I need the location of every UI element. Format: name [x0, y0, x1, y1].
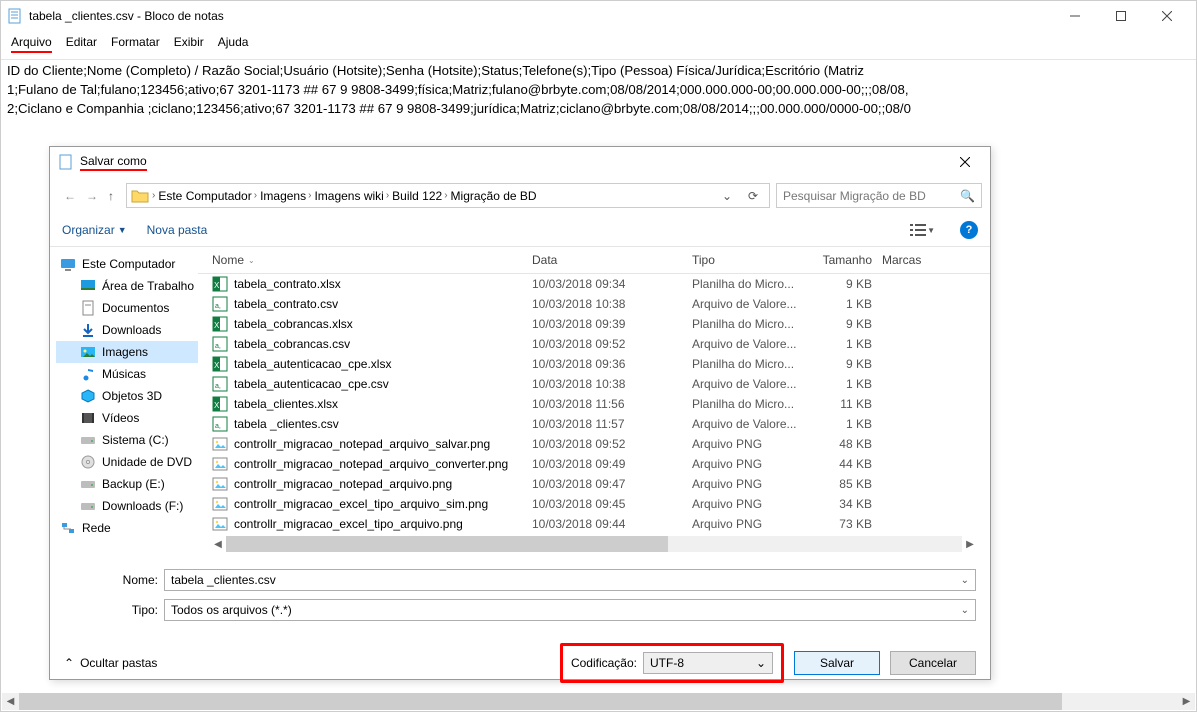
file-row[interactable]: controllr_migracao_notepad_arquivo.png10… — [198, 474, 990, 494]
menu-format[interactable]: Formatar — [111, 35, 160, 53]
save-button[interactable]: Salvar — [794, 651, 880, 675]
tree-item[interactable]: Sistema (C:) — [56, 429, 198, 451]
column-headers: Nome ⌄ Data Tipo Tamanho Marcas — [198, 247, 990, 274]
refresh-button[interactable]: ⟳ — [741, 189, 765, 203]
save-as-dialog: Salvar como ← → ↑ › Este Computador› Ima… — [49, 146, 991, 680]
menu-file[interactable]: Arquivo — [11, 35, 52, 53]
col-marks[interactable]: Marcas — [882, 253, 952, 267]
svg-text:a,: a, — [215, 343, 221, 350]
search-icon: 🔍 — [960, 189, 975, 203]
svg-text:X: X — [214, 361, 220, 370]
encoding-select[interactable]: UTF-8⌄ — [643, 652, 773, 674]
col-size[interactable]: Tamanho — [814, 253, 882, 267]
tree-item[interactable]: Área de Trabalho — [56, 275, 198, 297]
nav-forward-button[interactable]: → — [86, 189, 98, 203]
hide-folders-button[interactable]: ⌃Ocultar pastas — [64, 656, 157, 670]
tree-item[interactable]: Downloads — [56, 319, 198, 341]
tree-item[interactable]: Objetos 3D — [56, 385, 198, 407]
editor-area[interactable]: ID do Cliente;Nome (Completo) / Razão So… — [1, 60, 1196, 121]
tree-item[interactable]: Rede — [56, 517, 198, 539]
col-type[interactable]: Tipo — [692, 253, 814, 267]
folder-tree: Este ComputadorÁrea de TrabalhoDocumento… — [50, 247, 198, 559]
file-rows: Xtabela_contrato.xlsx10/03/2018 09:34Pla… — [198, 274, 990, 534]
filetype-label: Tipo: — [64, 603, 164, 617]
tree-item[interactable]: Imagens — [56, 341, 198, 363]
nav-back-button[interactable]: ← — [64, 189, 76, 203]
file-row[interactable]: controllr_migracao_notepad_arquivo_salva… — [198, 434, 990, 454]
cancel-button[interactable]: Cancelar — [890, 651, 976, 675]
new-folder-button[interactable]: Nova pasta — [147, 223, 208, 237]
chevron-up-icon: ⌃ — [64, 656, 74, 670]
tree-item[interactable]: Documentos — [56, 297, 198, 319]
address-bar[interactable]: › Este Computador› Imagens› Imagens wiki… — [126, 183, 770, 208]
tree-item[interactable]: Músicas — [56, 363, 198, 385]
nav-up-button[interactable]: ↑ — [108, 189, 114, 203]
chevron-down-icon[interactable]: ⌄ — [756, 656, 766, 670]
breadcrumb-3[interactable]: Build 122› — [392, 189, 447, 203]
chevron-down-icon: ▼ — [118, 225, 127, 235]
search-placeholder: Pesquisar Migração de BD — [783, 189, 926, 203]
svg-text:X: X — [214, 321, 220, 330]
col-name[interactable]: Nome ⌄ — [212, 253, 532, 267]
menu-help[interactable]: Ajuda — [218, 35, 249, 53]
view-mode-button[interactable]: ▼ — [905, 220, 940, 240]
filename-label: Nome: — [64, 573, 164, 587]
breadcrumb-0[interactable]: Este Computador› — [158, 189, 257, 203]
file-row[interactable]: controllr_migracao_notepad_arquivo_conve… — [198, 454, 990, 474]
filetype-select[interactable]: Todos os arquivos (*.*)⌄ — [164, 599, 976, 621]
dialog-icon — [58, 154, 74, 170]
file-row[interactable]: a,tabela_autenticacao_cpe.csv10/03/2018 … — [198, 374, 990, 394]
file-row[interactable]: Xtabela_cobrancas.xlsx10/03/2018 09:39Pl… — [198, 314, 990, 334]
breadcrumb-2[interactable]: Imagens wiki› — [314, 189, 389, 203]
breadcrumb-4[interactable]: Migração de BD — [451, 189, 537, 203]
titlebar: tabela _clientes.csv - Bloco de notas — [1, 1, 1196, 31]
tree-item[interactable]: Este Computador — [56, 253, 198, 275]
svg-text:X: X — [214, 281, 220, 290]
file-row[interactable]: Xtabela_autenticacao_cpe.xlsx10/03/2018 … — [198, 354, 990, 374]
notepad-icon — [7, 8, 23, 24]
breadcrumb-1[interactable]: Imagens› — [260, 189, 311, 203]
tree-item[interactable]: Unidade de DVD — [56, 451, 198, 473]
minimize-button[interactable] — [1052, 1, 1098, 31]
list-horizontal-scrollbar[interactable]: ◀▶ — [226, 536, 962, 552]
menu-view[interactable]: Exibir — [174, 35, 204, 53]
menu-edit[interactable]: Editar — [66, 35, 97, 53]
window-title: tabela _clientes.csv - Bloco de notas — [29, 9, 1052, 23]
file-row[interactable]: Xtabela_contrato.xlsx10/03/2018 09:34Pla… — [198, 274, 990, 294]
organize-button[interactable]: Organizar ▼ — [62, 223, 127, 237]
help-button[interactable]: ? — [960, 221, 978, 239]
svg-text:a,: a, — [215, 383, 221, 390]
menubar: Arquivo Editar Formatar Exibir Ajuda — [1, 31, 1196, 60]
dialog-close-button[interactable] — [948, 149, 982, 175]
svg-text:a,: a, — [215, 423, 221, 430]
encoding-label: Codificação: — [571, 656, 637, 670]
tree-item[interactable]: Downloads (F:) — [56, 495, 198, 517]
address-dropdown-icon[interactable]: ⌄ — [716, 189, 738, 203]
folder-icon — [131, 187, 149, 205]
close-button[interactable] — [1144, 1, 1190, 31]
svg-text:a,: a, — [215, 303, 221, 310]
maximize-button[interactable] — [1098, 1, 1144, 31]
tree-item[interactable]: Backup (E:) — [56, 473, 198, 495]
search-input[interactable]: Pesquisar Migração de BD 🔍 — [776, 183, 982, 208]
file-row[interactable]: a,tabela_contrato.csv10/03/2018 10:38Arq… — [198, 294, 990, 314]
svg-text:X: X — [214, 401, 220, 410]
filename-input[interactable]: tabela _clientes.csv⌄ — [164, 569, 976, 591]
file-row[interactable]: a,tabela _clientes.csv10/03/2018 11:57Ar… — [198, 414, 990, 434]
sort-indicator-icon: ⌄ — [248, 256, 255, 265]
col-date[interactable]: Data — [532, 253, 692, 267]
file-row[interactable]: Xtabela_clientes.xlsx10/03/2018 11:56Pla… — [198, 394, 990, 414]
chevron-down-icon[interactable]: ⌄ — [961, 605, 969, 616]
file-row[interactable]: controllr_migracao_excel_tipo_arquivo.pn… — [198, 514, 990, 534]
file-row[interactable]: a,tabela_cobrancas.csv10/03/2018 09:52Ar… — [198, 334, 990, 354]
tree-item[interactable]: Vídeos — [56, 407, 198, 429]
chevron-down-icon[interactable]: ⌄ — [961, 575, 969, 586]
file-row[interactable]: controllr_migracao_excel_tipo_arquivo_si… — [198, 494, 990, 514]
dialog-title: Salvar como — [80, 154, 147, 171]
encoding-highlight: Codificação: UTF-8⌄ — [560, 643, 784, 683]
